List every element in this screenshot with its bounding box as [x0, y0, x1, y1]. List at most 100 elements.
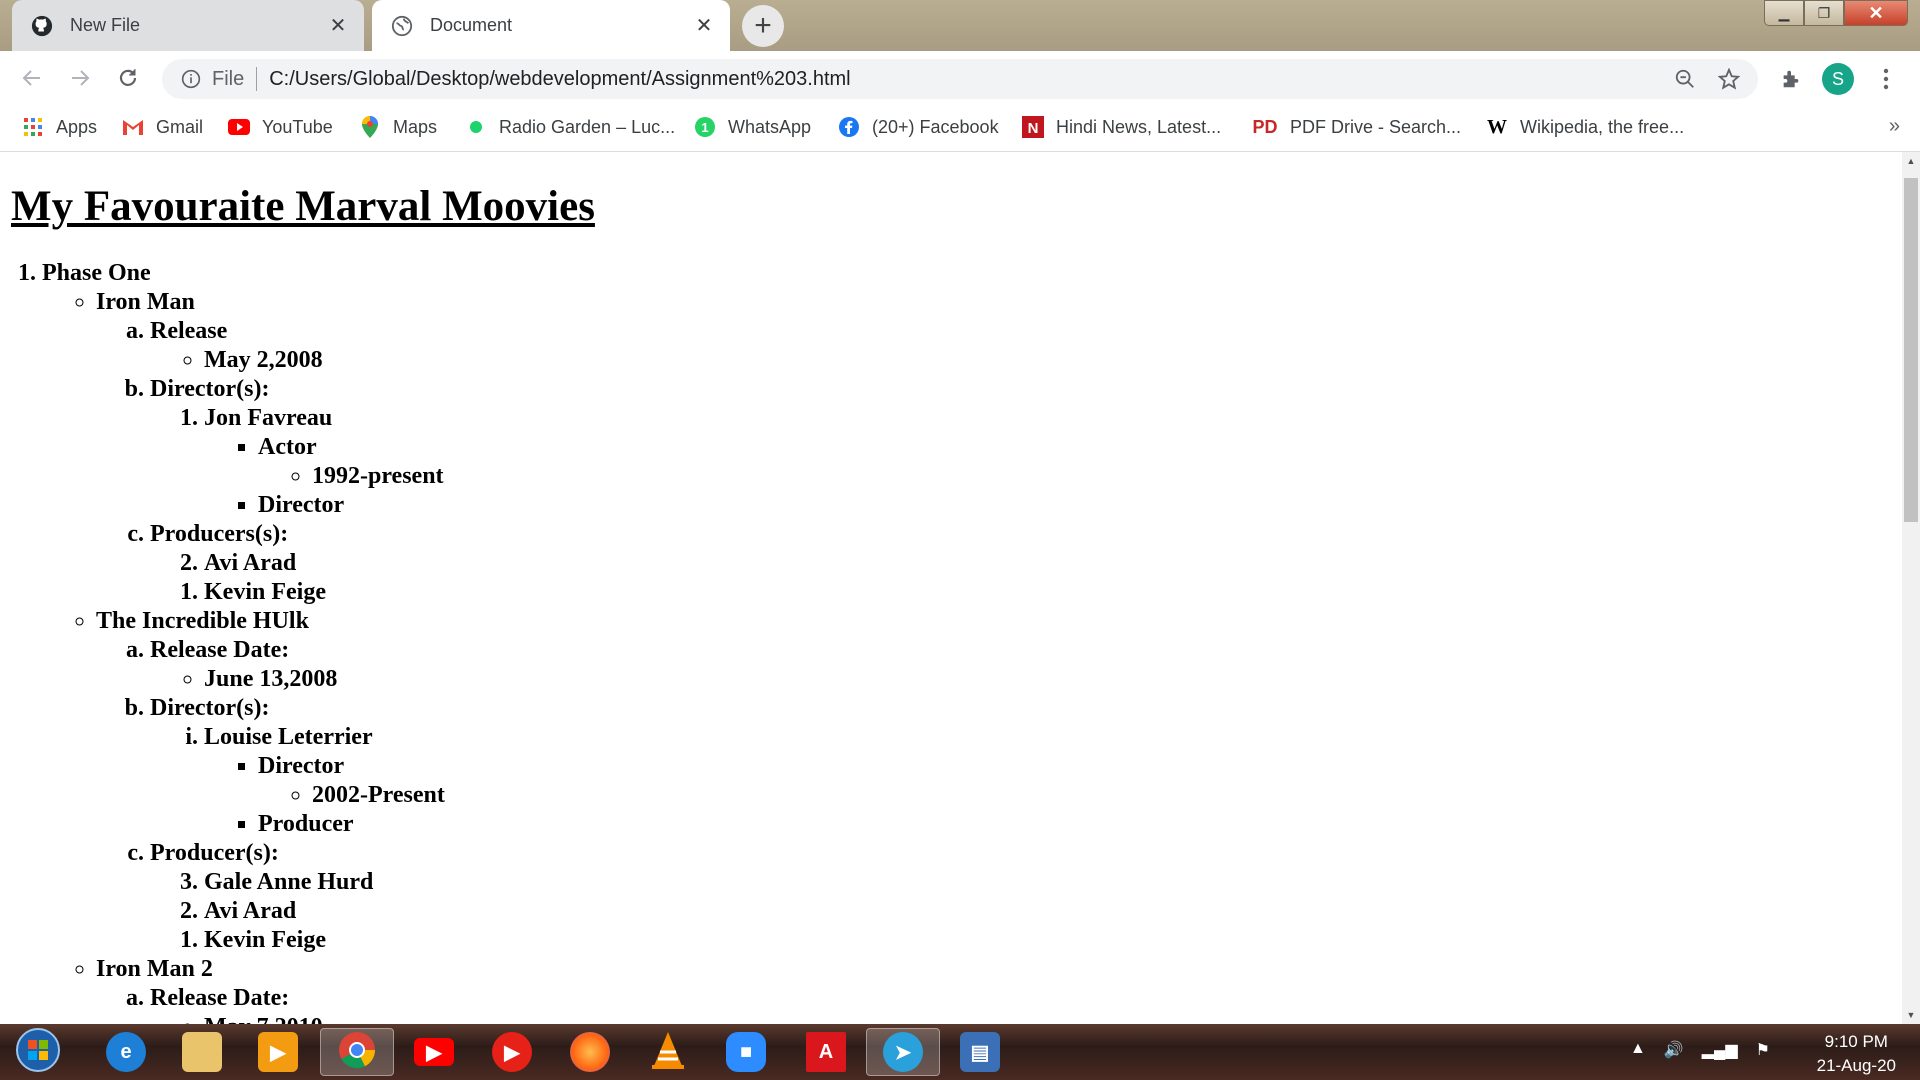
- restore-button[interactable]: ❐: [1804, 0, 1844, 26]
- movie-title: Iron Man: [96, 289, 195, 315]
- youtube-app-icon: ▶: [414, 1038, 454, 1066]
- wikipedia-icon: W: [1487, 115, 1507, 138]
- bookmark-label: YouTube: [262, 116, 333, 137]
- bookmark-label: Maps: [393, 116, 438, 137]
- producer-label: Producer(s):: [150, 840, 279, 866]
- taskbar-firefox[interactable]: [560, 1028, 620, 1076]
- bookmark-pdf-drive[interactable]: PD PDF Drive - Search...: [1252, 113, 1461, 141]
- bookmark-radio-garden[interactable]: Radio Garden – Luc...: [465, 113, 675, 141]
- close-tab-icon[interactable]: ✕: [326, 14, 350, 38]
- movie-item: Iron Man 2 Release Date: May 7,2010: [96, 955, 445, 1024]
- bookmark-label: Wikipedia, the free...: [1520, 116, 1685, 137]
- show-hidden-icons-icon[interactable]: ▲: [1630, 1040, 1646, 1060]
- taskbar-media-player[interactable]: ▶: [248, 1028, 308, 1076]
- taskbar-remote-desktop[interactable]: ▤: [950, 1028, 1010, 1076]
- taskbar-youtube-music[interactable]: ▶: [482, 1028, 542, 1076]
- address-bar[interactable]: File C:/Users/Global/Desktop/webdevelopm…: [162, 59, 1758, 99]
- extensions-icon[interactable]: [1775, 63, 1807, 95]
- movie-item: The Incredible HUlk Release Date: June 1…: [96, 607, 445, 955]
- minimize-button[interactable]: ▁: [1764, 0, 1804, 26]
- taskbar-acrobat[interactable]: A: [796, 1028, 856, 1076]
- producer-name: Kevin Feige: [204, 926, 445, 955]
- vertical-scrollbar[interactable]: ▲ ▼: [1902, 152, 1920, 1024]
- bookmark-apps[interactable]: Apps: [22, 113, 97, 141]
- movie-list: Phase One Iron Man Release May 2,2008 Di…: [12, 259, 445, 1024]
- start-orb-icon: [15, 1027, 61, 1078]
- list-item: Actor 1992-present: [258, 433, 445, 491]
- browser-toolbar: File C:/Users/Global/Desktop/webdevelopm…: [0, 51, 1920, 103]
- role: Producer: [258, 810, 445, 839]
- role: Actor: [258, 434, 317, 460]
- bookmark-youtube[interactable]: YouTube: [228, 113, 333, 141]
- bookmark-label: (20+) Facebook: [872, 116, 999, 137]
- page-heading: My Favouraite Marval Moovies: [11, 183, 595, 230]
- system-tray: ▲ 🔊 ▂▄▆ ⚑: [1630, 1040, 1770, 1060]
- release-label: Release Date:: [150, 985, 290, 1011]
- clock-time: 9:10 PM: [1824, 1032, 1888, 1051]
- taskbar-explorer[interactable]: [172, 1028, 232, 1076]
- zoom-icon[interactable]: [1670, 64, 1700, 94]
- folder-icon: [182, 1032, 222, 1072]
- tab-label: Document: [430, 15, 513, 35]
- taskbar: e ▶ ▶ ▶ ■ A ➤ ▤ ▲ 🔊 ▂▄▆ ⚑ 9:10 PM 21-Aug…: [0, 1024, 1920, 1080]
- bookmark-wikipedia[interactable]: W Wikipedia, the free...: [1486, 113, 1684, 141]
- producer-name: Avi Arad: [204, 549, 445, 578]
- vlc-icon: [650, 1030, 686, 1075]
- forward-icon[interactable]: [65, 63, 95, 93]
- youtube-icon: [228, 116, 250, 138]
- list-item: Producers(s): Avi Arad Kevin Feige: [150, 520, 445, 607]
- list-item: Producer(s): Gale Anne Hurd Avi Arad Kev…: [150, 839, 445, 955]
- scrollbar-thumb[interactable]: [1904, 178, 1918, 522]
- info-icon[interactable]: [180, 68, 202, 90]
- list-item: Director 2002-Present: [258, 752, 445, 810]
- bookmark-maps[interactable]: Maps: [359, 113, 437, 141]
- movie-title: Iron Man 2: [96, 956, 213, 982]
- scroll-up-icon[interactable]: ▲: [1902, 152, 1920, 170]
- close-window-button[interactable]: ✕: [1844, 0, 1908, 26]
- tab-new-file[interactable]: New File ✕: [12, 0, 364, 51]
- taskbar-telegram[interactable]: ➤: [866, 1028, 940, 1076]
- bookmark-star-icon[interactable]: [1714, 64, 1744, 94]
- tab-label: New File: [70, 15, 141, 35]
- youtube-music-icon: ▶: [492, 1032, 532, 1072]
- bookmark-label: Gmail: [156, 116, 204, 137]
- taskbar-chrome[interactable]: [320, 1028, 394, 1076]
- ie-icon: e: [106, 1032, 146, 1072]
- bookmark-label: Hindi News, Latest...: [1056, 116, 1222, 137]
- volume-icon[interactable]: 🔊: [1664, 1040, 1684, 1060]
- reload-icon[interactable]: [113, 63, 143, 93]
- radio-garden-icon: [465, 116, 487, 138]
- new-tab-button[interactable]: +: [742, 5, 784, 47]
- producer-name: Avi Arad: [204, 897, 445, 926]
- taskbar-zoom[interactable]: ■: [716, 1028, 776, 1076]
- bookmark-whatsapp[interactable]: 1 WhatsApp: [694, 113, 811, 141]
- taskbar-ie[interactable]: e: [96, 1028, 156, 1076]
- action-center-flag-icon[interactable]: ⚑: [1756, 1040, 1770, 1060]
- years: 2002-Present: [312, 781, 445, 810]
- producer-label: Producers(s):: [150, 521, 289, 547]
- start-button[interactable]: [8, 1027, 68, 1078]
- bookmark-gmail[interactable]: Gmail: [122, 113, 203, 141]
- taskbar-youtube[interactable]: ▶: [404, 1028, 464, 1076]
- more-bookmarks-icon[interactable]: »: [1889, 115, 1900, 138]
- list-item: Release Date: May 7,2010: [150, 984, 445, 1024]
- back-icon[interactable]: [17, 63, 47, 93]
- url-scheme: File: [212, 67, 245, 90]
- release-label: Release Date:: [150, 637, 290, 663]
- bookmark-hindi-news[interactable]: N Hindi News, Latest...: [1022, 113, 1221, 141]
- profile-avatar[interactable]: S: [1822, 63, 1854, 95]
- bookmark-facebook[interactable]: (20+) Facebook: [838, 113, 999, 141]
- list-item: Release Date: June 13,2008: [150, 636, 445, 694]
- tab-document[interactable]: Document ✕: [372, 0, 730, 51]
- avatar: S: [1822, 63, 1854, 95]
- menu-kebab-icon[interactable]: [1870, 63, 1902, 95]
- network-icon[interactable]: ▂▄▆: [1702, 1040, 1738, 1060]
- list-item: Jon Favreau Actor 1992-present Direc: [204, 404, 445, 520]
- taskbar-vlc[interactable]: [638, 1028, 698, 1076]
- url-text[interactable]: C:/Users/Global/Desktop/webdevelopment/A…: [269, 68, 1670, 91]
- close-tab-icon[interactable]: ✕: [692, 14, 716, 38]
- clock[interactable]: 9:10 PM 21-Aug-20: [1817, 1030, 1896, 1078]
- scroll-down-icon[interactable]: ▼: [1902, 1006, 1920, 1024]
- role: Director: [258, 753, 345, 779]
- producer-name: Kevin Feige: [204, 578, 445, 607]
